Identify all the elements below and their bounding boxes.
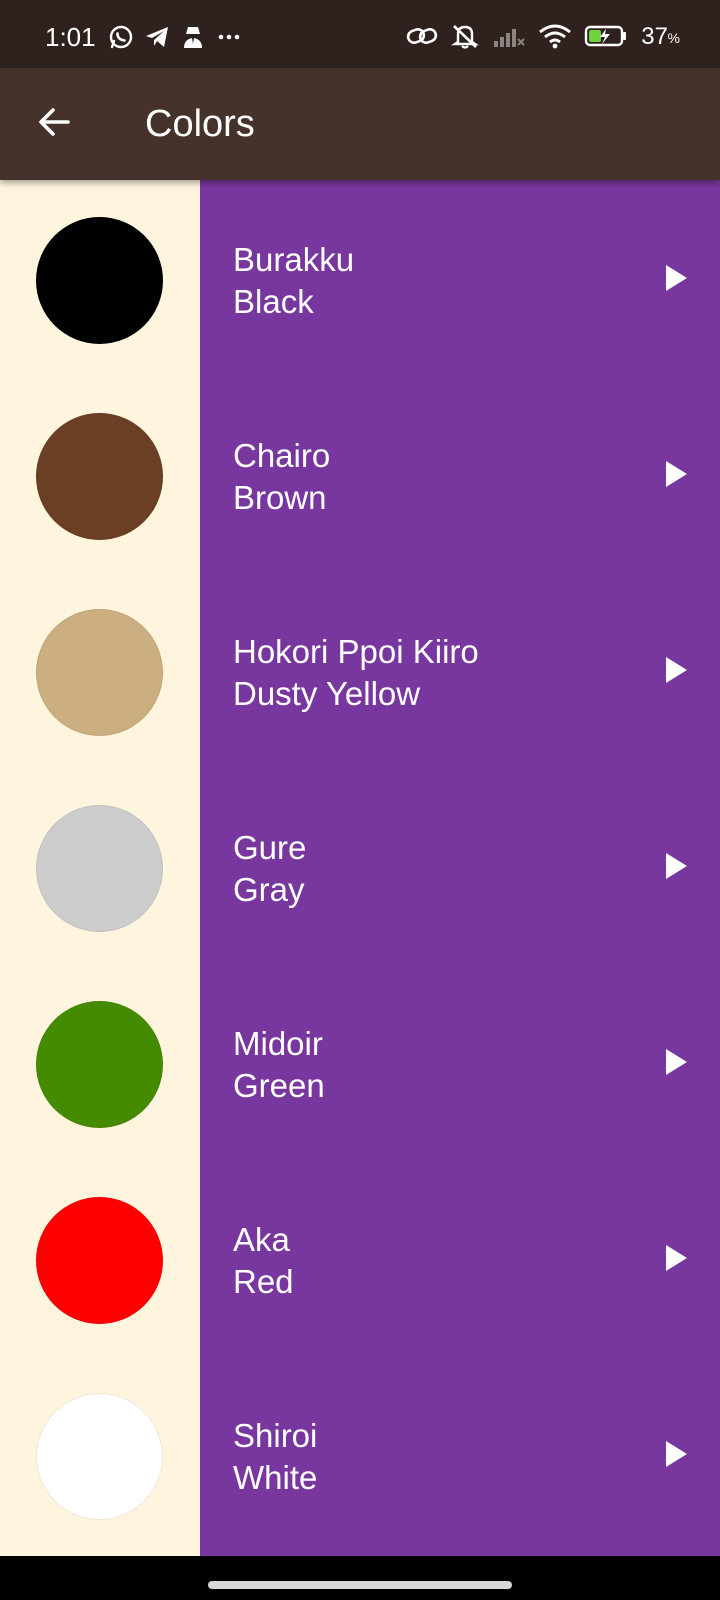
home-gesture-handle[interactable] <box>208 1581 512 1589</box>
color-list: Burakku Black Chairo Brown Hokori Ppoi K… <box>0 180 720 1568</box>
play-button[interactable] <box>654 1238 698 1282</box>
swatch-cell <box>0 376 200 576</box>
play-icon <box>663 459 689 494</box>
back-button[interactable] <box>24 94 84 154</box>
play-icon <box>663 851 689 886</box>
signal-icon <box>492 23 526 54</box>
word-cell[interactable]: Midoir Green <box>200 964 720 1164</box>
swatch-cell <box>0 1356 200 1556</box>
word-cell[interactable]: Chairo Brown <box>200 376 720 576</box>
play-button[interactable] <box>654 454 698 498</box>
color-swatch <box>36 1393 163 1520</box>
word-cell[interactable]: Gure Gray <box>200 768 720 968</box>
native-word: Midoir <box>233 1025 323 1062</box>
telegram-icon <box>144 24 170 55</box>
word-cell[interactable]: Burakku Black <box>200 180 720 380</box>
native-word: Aka <box>233 1221 290 1258</box>
list-item[interactable]: Burakku Black <box>0 180 720 380</box>
battery-charging-icon <box>584 23 628 54</box>
incognito-icon <box>180 24 206 55</box>
battery-unit: % <box>667 30 680 46</box>
play-button[interactable] <box>654 650 698 694</box>
native-word: Burakku <box>233 241 355 278</box>
list-item[interactable]: Shiroi White <box>0 1356 720 1556</box>
status-left-icons <box>108 24 242 55</box>
play-button[interactable] <box>654 1434 698 1478</box>
play-icon <box>663 1243 689 1278</box>
list-item[interactable]: Aka Red <box>0 1160 720 1360</box>
swatch-cell <box>0 1160 200 1360</box>
word-cell[interactable]: Aka Red <box>200 1160 720 1360</box>
play-button[interactable] <box>654 1042 698 1086</box>
english-word: Red <box>233 1263 294 1300</box>
status-time: 1:01 <box>45 22 96 52</box>
play-icon <box>663 263 689 298</box>
swatch-cell <box>0 180 200 380</box>
navigation-bar <box>0 1568 720 1600</box>
status-bar: 1:01 37 % <box>0 0 720 68</box>
word-cell[interactable]: Shiroi White <box>200 1356 720 1556</box>
swatch-cell <box>0 572 200 772</box>
mute-icon <box>450 22 480 55</box>
swatch-cell <box>0 768 200 968</box>
app-bar: Colors <box>0 68 720 180</box>
english-word: White <box>233 1459 318 1496</box>
list-item[interactable]: Hokori Ppoi Kiiro Dusty Yellow <box>0 572 720 772</box>
more-icon <box>216 24 242 55</box>
battery-level: 37 <box>641 23 668 50</box>
color-swatch <box>36 609 163 736</box>
wifi-icon <box>538 23 572 54</box>
whatsapp-icon <box>108 24 134 55</box>
native-word: Shiroi <box>233 1417 318 1454</box>
native-word: Gure <box>233 829 307 866</box>
english-word: Black <box>233 283 314 320</box>
play-icon <box>663 1439 689 1474</box>
screen: 1:01 37 % Colors Burakku Black Chairo Br… <box>0 0 720 1600</box>
color-swatch <box>36 413 163 540</box>
color-swatch <box>36 217 163 344</box>
native-word: Chairo <box>233 437 331 474</box>
color-swatch <box>36 1001 163 1128</box>
list-item[interactable]: Gure Gray <box>0 768 720 968</box>
arrow-left-icon <box>36 104 72 145</box>
color-swatch <box>36 805 163 932</box>
english-word: Brown <box>233 479 327 516</box>
english-word: Dusty Yellow <box>233 675 421 712</box>
list-item[interactable]: Chairo Brown <box>0 376 720 576</box>
status-right-icons <box>406 22 628 55</box>
word-cell[interactable]: Hokori Ppoi Kiiro Dusty Yellow <box>200 572 720 772</box>
english-word: Green <box>233 1067 325 1104</box>
page-title: Colors <box>145 103 255 145</box>
color-swatch <box>36 1197 163 1324</box>
native-word: Hokori Ppoi Kiiro <box>233 633 479 670</box>
play-button[interactable] <box>654 846 698 890</box>
play-button[interactable] <box>654 258 698 302</box>
swatch-cell <box>0 964 200 1164</box>
list-item[interactable]: Midoir Green <box>0 964 720 1164</box>
english-word: Gray <box>233 871 305 908</box>
play-icon <box>663 655 689 690</box>
link-icon <box>406 23 438 54</box>
play-icon <box>663 1047 689 1082</box>
